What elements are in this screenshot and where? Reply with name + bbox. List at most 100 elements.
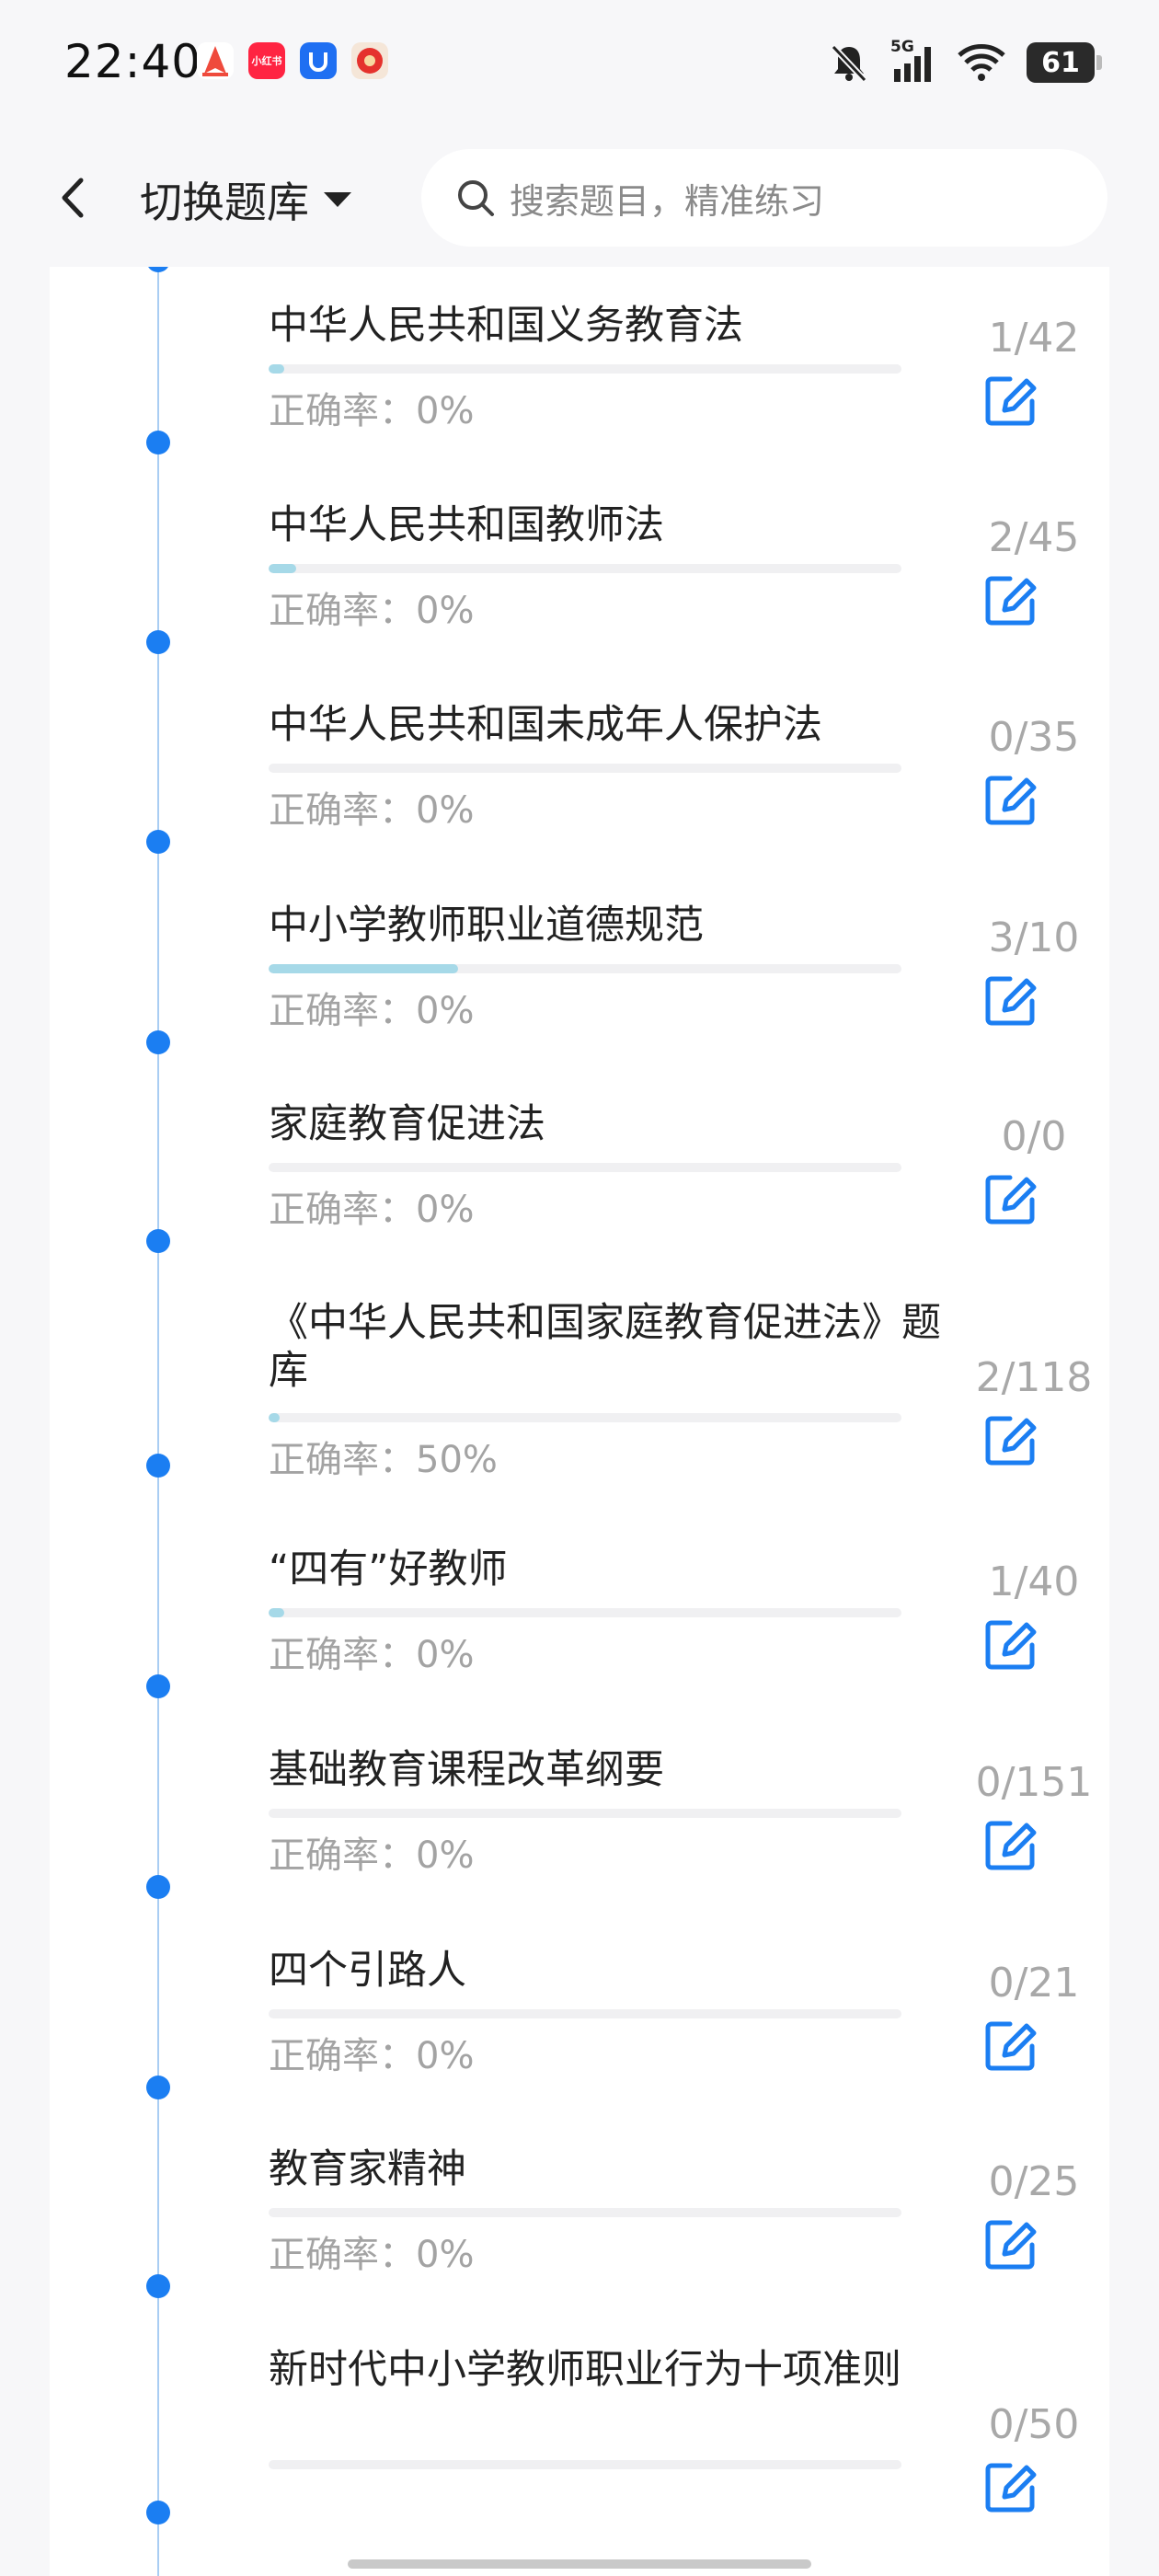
edit-icon bbox=[985, 1175, 1037, 1225]
progress-bar bbox=[269, 1163, 901, 1172]
search-input[interactable]: 搜索题目，精准练习 bbox=[421, 149, 1107, 247]
edit-icon bbox=[985, 1821, 1037, 1870]
item-title: 中华人民共和国义务教育法 bbox=[269, 303, 743, 349]
accuracy-label: 正确率：0% bbox=[269, 990, 475, 1032]
edit-icon bbox=[985, 976, 1037, 1026]
mute-bell-icon bbox=[831, 44, 867, 83]
progress-bar bbox=[269, 2208, 901, 2217]
timeline-dot bbox=[146, 630, 170, 654]
search-placeholder: 搜索题目，精准练习 bbox=[510, 180, 825, 222]
practice-edit-button[interactable] bbox=[982, 771, 1039, 828]
timeline-dot bbox=[146, 1674, 170, 1698]
chevron-left-icon bbox=[62, 178, 84, 218]
progress-count: 1/40 bbox=[988, 1558, 1080, 1605]
accuracy-label: 正确率：0% bbox=[269, 2234, 475, 2276]
accuracy-label: 正确率：0% bbox=[269, 1189, 475, 1231]
list-item[interactable]: “四有”好教师 正确率：0% 1/40 bbox=[50, 1546, 1109, 1739]
progress-fill bbox=[269, 1608, 285, 1617]
progress-bar bbox=[269, 964, 901, 973]
progress-count: 0/151 bbox=[975, 1759, 1093, 1806]
switch-question-bank-button[interactable]: 切换题库 bbox=[140, 167, 353, 232]
progress-count: 2/45 bbox=[988, 514, 1080, 561]
item-title: 四个引路人 bbox=[269, 1948, 466, 1994]
accuracy-label: 正确率：0% bbox=[269, 789, 475, 832]
practice-edit-button[interactable] bbox=[982, 1816, 1039, 1873]
list-item[interactable]: 教育家精神 正确率：0% 0/25 bbox=[50, 2145, 1109, 2339]
blue-app-icon bbox=[300, 42, 337, 79]
progress-bar bbox=[269, 1809, 901, 1818]
status-indicators: 5G 61 bbox=[828, 37, 1102, 88]
progress-count: 0/50 bbox=[988, 2401, 1080, 2448]
wifi-icon bbox=[958, 44, 1005, 81]
practice-edit-button[interactable] bbox=[982, 571, 1039, 628]
red-app-icon bbox=[351, 42, 388, 79]
timeline-dot bbox=[146, 2274, 170, 2298]
list-item[interactable]: 中华人民共和国义务教育法 正确率：0% 1/42 bbox=[50, 302, 1109, 495]
progress-count: 0/35 bbox=[988, 714, 1080, 761]
signal-indicator: 5G bbox=[890, 38, 936, 84]
back-button[interactable] bbox=[48, 166, 103, 230]
practice-edit-button[interactable] bbox=[982, 1411, 1039, 1468]
timeline-dot bbox=[146, 431, 170, 454]
edit-icon bbox=[985, 2220, 1037, 2270]
home-indicator[interactable] bbox=[348, 2559, 811, 2569]
list-item[interactable]: 中小学教师职业道德规范 正确率：0% 3/10 bbox=[50, 902, 1109, 1095]
progress-bar bbox=[269, 764, 901, 773]
list-item[interactable]: 基础教育课程改革纲要 正确率：0% 0/151 bbox=[50, 1746, 1109, 1939]
question-bank-page: 22:40 小红书 5G 61 切换题库 搜索题目，精准练习 中华人民共和国义务… bbox=[0, 0, 1159, 2576]
progress-bar bbox=[269, 1608, 901, 1617]
practice-edit-button[interactable] bbox=[982, 2215, 1039, 2272]
caret-down-icon bbox=[324, 192, 351, 207]
edit-icon bbox=[985, 376, 1037, 426]
question-bank-list: 正确率：0% 0/38 中华人民共和国义务教育法 正确率：0% 1/42 中华人… bbox=[50, 132, 1109, 2576]
status-time: 22:40 bbox=[64, 35, 202, 88]
progress-fill bbox=[269, 964, 459, 973]
accuracy-label: 正确率：0% bbox=[269, 2035, 475, 2077]
progress-bar bbox=[269, 564, 901, 573]
practice-edit-button[interactable] bbox=[982, 2017, 1039, 2074]
timeline-dot bbox=[146, 1875, 170, 1899]
progress-count: 0/0 bbox=[1001, 1113, 1067, 1160]
accuracy-label: 正确率：0% bbox=[269, 590, 475, 632]
list-item[interactable]: 新时代中小学教师职业行为十项准则 0/50 bbox=[50, 2346, 1109, 2576]
edit-icon bbox=[985, 2463, 1037, 2513]
accuracy-label: 正确率：50% bbox=[269, 1439, 498, 1481]
accuracy-label: 正确率：0% bbox=[269, 390, 475, 432]
timeline-dot bbox=[146, 1229, 170, 1253]
list-item[interactable]: 四个引路人 正确率：0% 0/21 bbox=[50, 1947, 1109, 2140]
edit-icon bbox=[985, 1620, 1037, 1670]
progress-bar bbox=[269, 2460, 901, 2469]
progress-bar bbox=[269, 1413, 901, 1422]
progress-count: 0/25 bbox=[988, 2158, 1080, 2205]
status-bar: 22:40 小红书 5G 61 bbox=[0, 0, 1159, 129]
progress-count: 2/118 bbox=[975, 1354, 1093, 1401]
edit-icon bbox=[985, 2021, 1037, 2071]
list-item[interactable]: 中华人民共和国教师法 正确率：0% 2/45 bbox=[50, 501, 1109, 695]
practice-edit-button[interactable] bbox=[982, 1170, 1039, 1227]
accuracy-label: 正确率：0% bbox=[269, 1634, 475, 1676]
timeline-dot bbox=[146, 1030, 170, 1054]
practice-edit-button[interactable] bbox=[982, 1616, 1039, 1673]
item-title: 新时代中小学教师职业行为十项准则 bbox=[269, 2347, 901, 2393]
list-item[interactable]: 家庭教育促进法 正确率：0% 0/0 bbox=[50, 1100, 1109, 1294]
item-title: 教育家精神 bbox=[269, 2146, 466, 2192]
list-item[interactable]: 《中华人民共和国家庭教育促进法》题库 正确率：50% 2/118 bbox=[50, 1299, 1109, 1529]
progress-count: 1/42 bbox=[988, 315, 1080, 362]
timeline-dot bbox=[146, 1454, 170, 1478]
practice-edit-button[interactable] bbox=[982, 972, 1039, 1029]
practice-edit-button[interactable] bbox=[982, 2458, 1039, 2515]
list-item[interactable]: 中华人民共和国未成年人保护法 正确率：0% 0/35 bbox=[50, 701, 1109, 894]
progress-fill bbox=[269, 1413, 280, 1422]
timeline-dot bbox=[146, 830, 170, 854]
item-title: 《中华人民共和国家庭教育促进法》题库 bbox=[269, 1300, 941, 1394]
item-title: 基础教育课程改革纲要 bbox=[269, 1747, 664, 1793]
item-title: “四有”好教师 bbox=[269, 1547, 508, 1593]
search-icon bbox=[458, 180, 494, 216]
accuracy-label: 正确率：0% bbox=[269, 1834, 475, 1877]
battery-indicator: 61 bbox=[1027, 42, 1102, 83]
xiaohongshu-app-icon: 小红书 bbox=[248, 42, 285, 79]
edit-icon bbox=[985, 776, 1037, 825]
item-title: 中小学教师职业道德规范 bbox=[269, 903, 704, 949]
practice-edit-button[interactable] bbox=[982, 372, 1039, 429]
progress-fill bbox=[269, 364, 284, 374]
